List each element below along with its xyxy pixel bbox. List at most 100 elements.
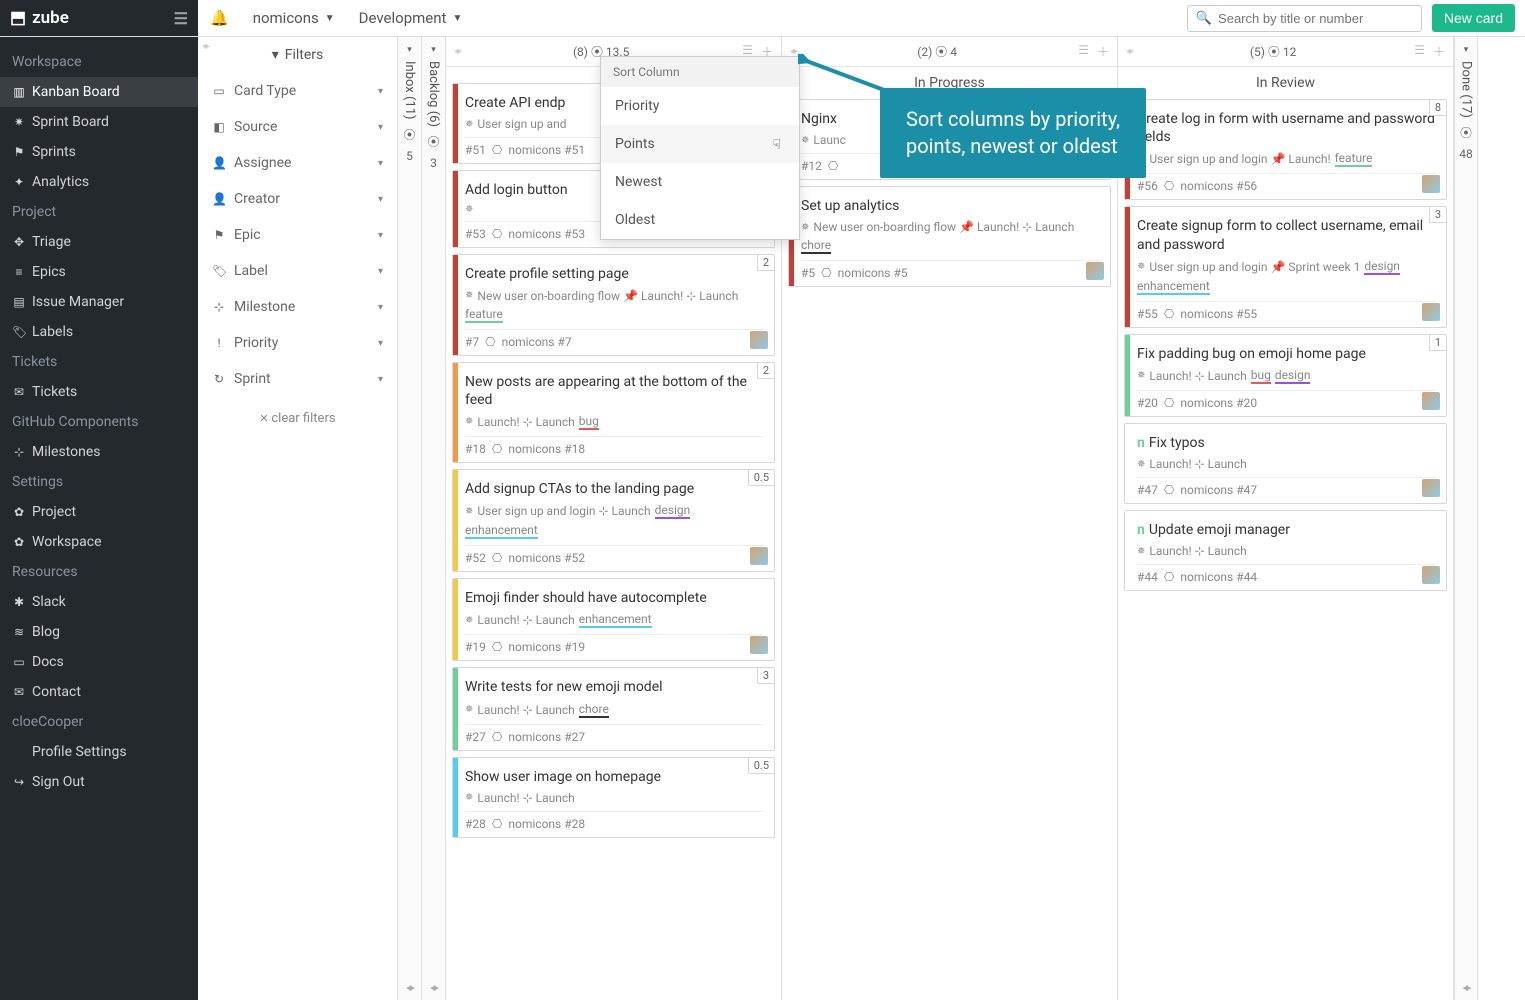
- nav-label: Issue Manager: [32, 294, 124, 310]
- kanban-card[interactable]: 8 Create log in form with username and p…: [1124, 99, 1447, 200]
- sidebar-item-triage[interactable]: ✥Triage: [0, 227, 198, 257]
- kanban-card[interactable]: 3 Write tests for new emoji model ✵ Laun…: [452, 667, 775, 750]
- sort-option-points[interactable]: Points☟: [601, 125, 799, 163]
- label-tag: feature: [465, 307, 503, 323]
- breadcrumb-org[interactable]: nomicons ▼: [241, 9, 347, 27]
- repo-icon: ⎔: [1164, 396, 1174, 410]
- sidebar-item-slack[interactable]: ✱Slack: [0, 587, 198, 617]
- kanban-board: ▾ Inbox (11) ⦿ 5 ◂▸ ▾ Backlog (6) ⦿ 3 ◂▸…: [398, 37, 1525, 1000]
- caret-down-icon: ▾: [407, 45, 412, 55]
- notifications-icon[interactable]: 🔔: [198, 9, 241, 27]
- kanban-card[interactable]: 2 New posts are appearing at the bottom …: [452, 362, 775, 463]
- points-value: 5: [406, 149, 413, 163]
- epic-icon: ✵: [465, 704, 473, 715]
- sidebar-item-sign-out[interactable]: ↪Sign Out: [0, 767, 198, 797]
- nav-label: Tickets: [32, 384, 77, 400]
- priority-stripe: [453, 84, 458, 163]
- sort-option-newest[interactable]: Newest: [601, 163, 799, 201]
- expand-icon[interactable]: ◂▸: [398, 981, 421, 994]
- nav-label: Contact: [32, 684, 81, 700]
- column-label: Inbox (11): [402, 61, 417, 120]
- card-title: New posts are appearing at the bottom of…: [465, 373, 764, 409]
- epic-icon: ✵: [465, 416, 473, 427]
- sidebar-item-milestones[interactable]: ⊹Milestones: [0, 437, 198, 467]
- points-badge: 3: [757, 667, 775, 684]
- sidebar-item-analytics[interactable]: ✦Analytics: [0, 167, 198, 197]
- assignee-avatar: [1086, 262, 1104, 280]
- priority-stripe: [1125, 511, 1130, 590]
- filter-sprint[interactable]: ↻Sprint▾: [198, 361, 397, 397]
- column-backlog-collapsed[interactable]: ▾ Backlog (6) ⦿ 3 ◂▸: [422, 37, 446, 1000]
- nav-label: Sign Out: [32, 774, 85, 790]
- column-done-collapsed[interactable]: ▾ Done (17) ⦿ 48 ◂▸: [1454, 37, 1478, 1000]
- sidebar-item-sprint-board[interactable]: ✷Sprint Board: [0, 107, 198, 137]
- filter-assignee[interactable]: 👤Assignee▾: [198, 145, 397, 181]
- sort-icon[interactable]: ☰: [1414, 43, 1425, 60]
- card-ident: #28 ⎔ nomicons #28: [465, 811, 764, 831]
- kanban-card[interactable]: 0.5 Show user image on homepage ✵ Launch…: [452, 757, 775, 838]
- drag-handle-icon[interactable]: ◂▸: [202, 41, 208, 52]
- kanban-card[interactable]: 3 Create signup form to collect username…: [1124, 206, 1447, 327]
- nav-icon: ⊹: [12, 445, 26, 459]
- filter-epic[interactable]: ⚑Epic▾: [198, 217, 397, 253]
- nav-label: Epics: [32, 264, 66, 280]
- filter-priority[interactable]: !Priority▾: [198, 325, 397, 361]
- kanban-card[interactable]: nFix typos ✵ Launch! ⊹ Launch #47 ⎔ nomi…: [1124, 423, 1447, 504]
- kanban-card[interactable]: Emoji finder should have autocomplete ✵ …: [452, 578, 775, 661]
- priority-stripe: [1125, 207, 1130, 326]
- sidebar-item-docs[interactable]: ▭Docs: [0, 647, 198, 677]
- sidebar-item-workspace[interactable]: ✿Workspace: [0, 527, 198, 557]
- card-ident: #27 ⎔ nomicons #27: [465, 724, 764, 744]
- new-card-button[interactable]: New card: [1432, 4, 1515, 32]
- add-icon[interactable]: ＋: [1097, 43, 1109, 60]
- filter-milestone[interactable]: ⊹Milestone▾: [198, 289, 397, 325]
- search-box[interactable]: 🔍: [1187, 5, 1422, 32]
- kanban-card[interactable]: 2 Create profile setting page ✵ New user…: [452, 254, 775, 355]
- priority-stripe: [453, 668, 458, 749]
- sidebar-item-contact[interactable]: ✉Contact: [0, 677, 198, 707]
- caret-down-icon: ▾: [431, 45, 436, 55]
- sidebar-toggle-icon[interactable]: ☰: [174, 9, 188, 28]
- sidebar-item-issue-manager[interactable]: ▤Issue Manager: [0, 287, 198, 317]
- sort-option-priority[interactable]: Priority: [601, 87, 799, 125]
- kanban-card[interactable]: 1 Fix padding bug on emoji home page ✵ L…: [1124, 334, 1447, 417]
- sidebar-item-labels[interactable]: 🏷Labels: [0, 317, 198, 347]
- card-ident: #20 ⎔ nomicons #20: [1137, 390, 1436, 410]
- assignee-avatar: [1422, 566, 1440, 584]
- sidebar-section-label: cloeCooper: [0, 707, 198, 737]
- sidebar-item-profile-settings[interactable]: Profile Settings: [0, 737, 198, 767]
- logo-area: ⬒zube ☰: [0, 0, 198, 36]
- sidebar-item-epics[interactable]: ≡Epics: [0, 257, 198, 287]
- sidebar-item-blog[interactable]: ≋Blog: [0, 617, 198, 647]
- sort-icon[interactable]: ☰: [1078, 43, 1089, 60]
- filter-label[interactable]: 🏷Label▾: [198, 253, 397, 289]
- filter-card-type[interactable]: ▭Card Type▾: [198, 73, 397, 109]
- card-ident: #19 ⎔ nomicons #19: [465, 634, 764, 654]
- column-inbox-collapsed[interactable]: ▾ Inbox (11) ⦿ 5 ◂▸: [398, 37, 422, 1000]
- filter-label: Priority: [234, 335, 278, 351]
- filter-icon: !: [212, 336, 226, 350]
- nav-icon: ✿: [12, 535, 26, 549]
- kanban-card[interactable]: 0.5 Add signup CTAs to the landing page …: [452, 469, 775, 572]
- expand-icon[interactable]: ◂▸: [422, 981, 445, 994]
- filter-creator[interactable]: 👤Creator▾: [198, 181, 397, 217]
- caret-down-icon: ▾: [378, 302, 383, 313]
- clear-filters-button[interactable]: clear filters: [198, 397, 397, 440]
- card-ident: #7 ⎔ nomicons #7: [465, 329, 764, 349]
- kanban-card[interactable]: Set up analytics ✵ New user on-boarding …: [788, 186, 1111, 287]
- filter-source[interactable]: ◧Source▾: [198, 109, 397, 145]
- sidebar-item-tickets[interactable]: ✉Tickets: [0, 377, 198, 407]
- search-input[interactable]: [1218, 11, 1413, 26]
- breadcrumb-project[interactable]: Development ▼: [347, 9, 475, 27]
- card-meta: ✵ User sign up and login 📌 Launch! featu…: [1137, 151, 1436, 167]
- kanban-card[interactable]: nUpdate emoji manager ✵ Launch! ⊹ Launch…: [1124, 510, 1447, 591]
- assignee-avatar: [1422, 479, 1440, 497]
- add-icon[interactable]: ＋: [1433, 43, 1445, 60]
- sidebar-item-kanban-board[interactable]: ▥Kanban Board: [0, 77, 198, 107]
- sort-option-oldest[interactable]: Oldest: [601, 201, 799, 239]
- expand-icon[interactable]: ◂▸: [1455, 981, 1477, 994]
- card-meta: ✵ Launch! ⊹ Launch: [1137, 457, 1436, 471]
- sidebar-item-sprints[interactable]: ⚑Sprints: [0, 137, 198, 167]
- sidebar-item-project[interactable]: ✿Project: [0, 497, 198, 527]
- nav-icon: ✷: [12, 115, 26, 129]
